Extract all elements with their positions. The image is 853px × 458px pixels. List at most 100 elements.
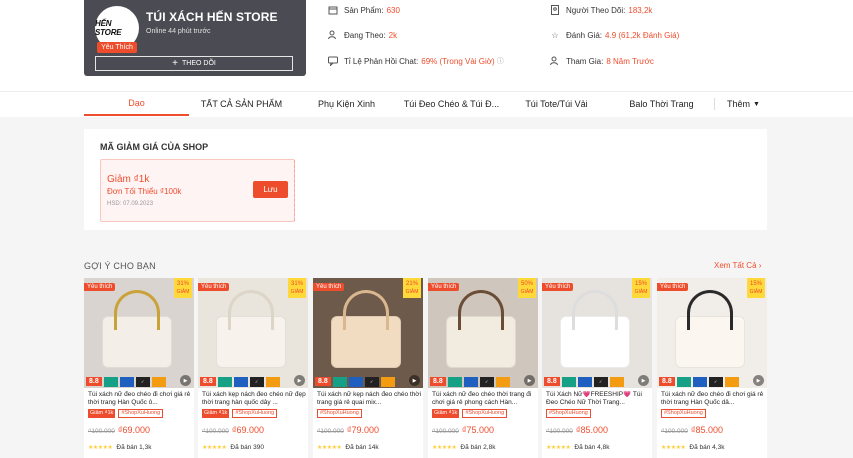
voucher-title: Giảm ₫1k (107, 174, 150, 185)
following-label: Đang Theo: (344, 30, 386, 40)
check-badge-icon: ✓ (364, 376, 379, 387)
rating-label: Đánh Giá: (566, 30, 603, 40)
product-image[interactable]: Yêu thích 15% GIẢM 8.8 ✓ ▶ (542, 278, 652, 388)
rating-stars-icon: ★★★★★ (88, 445, 113, 451)
play-video-icon[interactable]: ▶ (294, 375, 305, 386)
old-price: ₫100.000 (432, 428, 459, 435)
favorite-badge: Yêu thích (428, 283, 460, 291)
product-image[interactable]: Yêu thích 21% GIẢM 8.8 ✓ ▶ (313, 278, 423, 388)
hashtag-tag: #ShopXuHuong (546, 409, 591, 418)
person-check-icon (550, 56, 560, 66)
stat-followers: Người Theo Dõi: 183,2k (550, 5, 652, 15)
chat-icon (328, 56, 338, 66)
product-name: Túi xách nữ đeo chéo đi chơi giá rẻ thời… (88, 391, 191, 406)
favorite-badge: Yêu thích (313, 283, 345, 291)
shop-header: HẾN STORE Yêu Thích TÚI XÁCH HẾN STORE O… (0, 0, 853, 91)
chat-label: Tỉ Lệ Phản Hồi Chat: (344, 56, 419, 66)
followers-value: 183,2k (628, 5, 653, 15)
product-card[interactable]: Yêu thích 15% GIẢM 8.8 ✓ ▶ Túi Xách Nữ💗F… (542, 278, 652, 458)
promo-badge-icon (447, 376, 462, 387)
voucher-edge (291, 160, 295, 221)
score-badge: 8.8 (200, 377, 216, 386)
product-price: ₫100.000 ₫79.000 (317, 425, 379, 435)
product-name: Túi Xách Nữ💗FREESHIP💗 Túi Đeo Chéo Nữ Th… (546, 391, 642, 406)
promo-badge-icon (577, 376, 592, 387)
product-card[interactable]: Yêu thích 21% GIẢM 8.8 ✓ ▶ Túi xách nữ k… (313, 278, 423, 458)
rating-stars-icon: ★★★★★ (317, 445, 342, 451)
tab-all-products[interactable]: TẤT CẢ SẢN PHẨM (189, 92, 294, 116)
discount-label: GIẢM (520, 289, 534, 295)
product-card[interactable]: Yêu thích 15% GIẢM 8.8 ✓ ▶ Túi xách nữ đ… (657, 278, 767, 458)
joined-label: Tham Gia: (566, 56, 604, 66)
check-badge-icon: ✓ (249, 376, 264, 387)
play-video-icon[interactable]: ▶ (180, 375, 191, 386)
plus-icon: + (172, 57, 178, 69)
tab-tote[interactable]: Túi Tote/Túi Vải (504, 92, 609, 116)
product-tags: #ShopXuHuong (317, 409, 362, 418)
voucher-section: MÃ GIẢM GIÁ CỦA SHOP Giảm ₫1k Đơn Tối Th… (84, 129, 767, 230)
product-price: ₫100.000 ₫85.000 (661, 425, 723, 435)
check-badge-icon: ✓ (479, 376, 494, 387)
promo-badge-icon (217, 376, 232, 387)
discount-label: GIẢM (176, 289, 190, 295)
product-tags: #ShopXuHuong (546, 409, 591, 418)
promo-badges: 8.8 ✓ (428, 375, 538, 388)
promo-badge-icon (495, 376, 510, 387)
sold-count: Đã bán 1,3k (116, 444, 152, 451)
promo-badges: 8.8 ✓ (198, 375, 308, 388)
discount-value: 15% (749, 281, 762, 287)
product-price: ₫100.000 ₫85.000 (546, 425, 608, 435)
product-image[interactable]: Yêu thích 15% GIẢM 8.8 ✓ ▶ (657, 278, 767, 388)
see-all-link[interactable]: Xem Tất Cả › (714, 261, 761, 270)
old-price: ₫100.000 (202, 428, 229, 435)
product-name: Túi xách nữ kẹp nách đeo chéo thời trang… (317, 391, 421, 406)
hashtag-tag: #ShopXuHuong (661, 409, 706, 418)
promo-badge-icon (561, 376, 576, 387)
discount-value: 21% (405, 281, 418, 287)
promo-badges: 8.8 ✓ (84, 375, 194, 388)
product-card[interactable]: Yêu thích 31% GIẢM 8.8 ✓ ▶ Túi xách nữ đ… (84, 278, 194, 458)
product-card[interactable]: Yêu thích 50% GIẢM 8.8 ✓ ▶ Túi xách nữ đ… (428, 278, 538, 458)
voucher-save-button[interactable]: Lưu (253, 181, 288, 198)
promo-badges: 8.8 ✓ (657, 375, 767, 388)
promo-badge-icon (463, 376, 478, 387)
discount-value: 31% (290, 281, 303, 287)
old-price: ₫100.000 (317, 428, 344, 435)
product-image[interactable]: Yêu thích 31% GIẢM 8.8 ✓ ▶ (84, 278, 194, 388)
product-card[interactable]: Yêu thích 31% GIẢM 8.8 ✓ ▶ Túi xách kẹp … (198, 278, 308, 458)
promo-badge-icon (151, 376, 166, 387)
rating-stars-icon: ★★★★★ (202, 445, 227, 451)
chat-value: 69% (Trong Vài Giờ) (421, 56, 495, 66)
tab-more[interactable]: Thêm ▼ (720, 92, 767, 116)
sold-count: Đã bán 4,8k (574, 444, 610, 451)
product-meta: ★★★★★ Đã bán 390 (202, 444, 264, 451)
new-price: ₫85.000 (575, 425, 608, 435)
product-meta: ★★★★★ Đã bán 14k (317, 444, 379, 451)
discount-value: 15% (634, 281, 647, 287)
info-icon[interactable]: ⓘ (497, 56, 504, 66)
play-video-icon[interactable]: ▶ (524, 375, 535, 386)
product-name: Túi xách nữ đeo chéo thời trang đi chơi … (432, 391, 532, 406)
shop-card: HẾN STORE Yêu Thích TÚI XÁCH HẾN STORE O… (84, 0, 306, 76)
promo-badge-icon (724, 376, 739, 387)
product-image[interactable]: Yêu thích 31% GIẢM 8.8 ✓ ▶ (198, 278, 308, 388)
tab-backpack[interactable]: Balo Thời Trang (609, 92, 714, 116)
play-video-icon[interactable]: ▶ (753, 375, 764, 386)
product-strap (114, 290, 160, 330)
discount-value: 50% (520, 281, 533, 287)
new-price: ₫75.000 (461, 425, 494, 435)
discount-value: 31% (176, 281, 189, 287)
product-image[interactable]: Yêu thích 50% GIẢM 8.8 ✓ ▶ (428, 278, 538, 388)
hashtag-tag: #ShopXuHuong (462, 409, 508, 418)
play-video-icon[interactable]: ▶ (409, 375, 420, 386)
tab-home[interactable]: Dạo (84, 92, 189, 116)
tab-crossbody[interactable]: Túi Đeo Chéo & Túi Đ... (399, 92, 504, 116)
new-price: ₫79.000 (346, 425, 379, 435)
hashtag-tag: #ShopXuHuong (232, 409, 278, 418)
promo-badge-icon (676, 376, 691, 387)
sold-count: Đã bán 14k (345, 444, 379, 451)
follow-button[interactable]: + THEO DÕI (95, 56, 293, 71)
play-video-icon[interactable]: ▶ (638, 375, 649, 386)
tab-accessories[interactable]: Phụ Kiện Xinh (294, 92, 399, 116)
product-tags: Giảm ₫1k #ShopXuHuong (88, 409, 164, 418)
